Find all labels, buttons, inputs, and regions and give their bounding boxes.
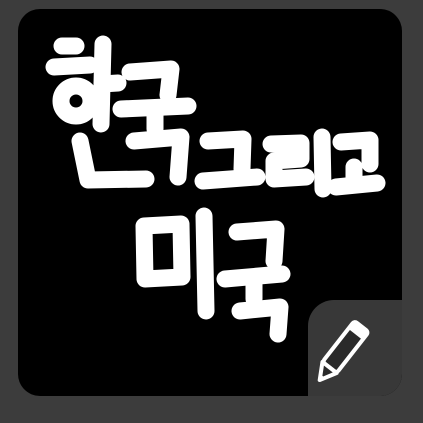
edit-badge[interactable] — [308, 300, 402, 396]
pencil-icon — [317, 320, 370, 383]
app-icon-tile[interactable] — [18, 9, 402, 396]
